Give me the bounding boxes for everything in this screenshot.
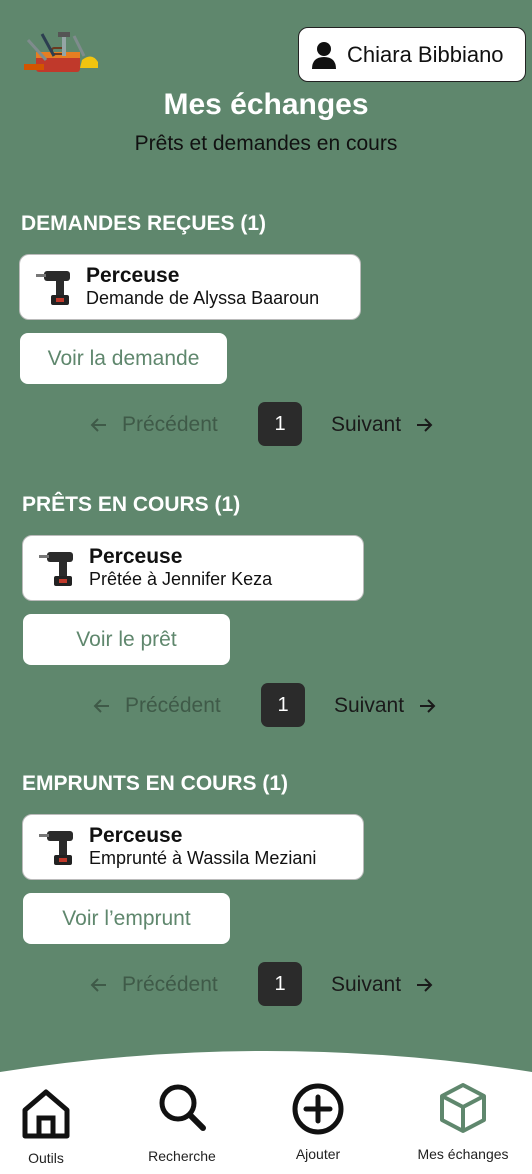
nav-label: Mes échanges	[417, 1146, 509, 1162]
loan-description: Prêtée à Jennifer Keza	[89, 569, 273, 589]
drill-icon	[36, 271, 70, 305]
previous-label: Précédent	[125, 694, 221, 717]
user-name: Chiara Bibbiano	[347, 41, 504, 67]
plus-circle-icon	[292, 1083, 344, 1135]
pagination: Précédent 1 Suivant	[0, 402, 532, 448]
drill-icon	[39, 831, 73, 865]
next-label: Suivant	[334, 694, 405, 717]
view-request-button[interactable]: Voir la demande	[20, 333, 227, 384]
page-title: Mes échanges	[163, 88, 369, 121]
current-page[interactable]: 1	[258, 962, 302, 1006]
arrow-right-icon	[420, 699, 436, 713]
arrow-left-icon	[93, 699, 109, 713]
pagination: Précédent 1 Suivant	[0, 962, 532, 1008]
next-page-button[interactable]: Suivant	[334, 694, 436, 718]
previous-page-button[interactable]: Précédent	[93, 694, 221, 718]
tool-card[interactable]: Perceuse Demande de Alyssa Baaroun	[19, 254, 361, 320]
arrow-left-icon	[90, 978, 106, 992]
box-icon	[440, 1083, 486, 1133]
previous-label: Précédent	[122, 973, 218, 996]
view-borrow-button[interactable]: Voir l’emprunt	[23, 893, 230, 944]
section-title: PRÊTS EN COURS (1)	[22, 493, 241, 516]
nav-item-ajouter[interactable]: Ajouter	[272, 1046, 364, 1174]
tool-card[interactable]: Perceuse Prêtée à Jennifer Keza	[22, 535, 364, 601]
next-page-button[interactable]: Suivant	[331, 413, 433, 437]
arrow-right-icon	[417, 978, 433, 992]
toolbox-logo[interactable]	[22, 30, 100, 76]
home-icon	[22, 1089, 70, 1139]
tool-name: Perceuse	[89, 545, 183, 568]
tool-name: Perceuse	[89, 824, 183, 847]
search-icon	[159, 1084, 206, 1131]
next-label: Suivant	[331, 413, 402, 436]
tool-name: Perceuse	[86, 264, 180, 287]
nav-label: Ajouter	[295, 1146, 341, 1162]
nav-label: Outils	[28, 1150, 64, 1166]
previous-label: Précédent	[122, 413, 218, 436]
current-page[interactable]: 1	[258, 402, 302, 446]
next-page-button[interactable]: Suivant	[331, 973, 433, 997]
arrow-right-icon	[417, 418, 433, 432]
section-title: EMPRUNTS EN COURS (1)	[22, 772, 289, 795]
nav-item-mes-echanges[interactable]: Mes échanges	[408, 1046, 518, 1174]
tool-card[interactable]: Perceuse Emprunté à Wassila Meziani	[22, 814, 364, 880]
nav-label: Recherche	[148, 1148, 216, 1164]
user-icon	[312, 41, 336, 69]
page-subtitle: Prêts et demandes en cours	[134, 132, 398, 155]
previous-page-button[interactable]: Précédent	[90, 973, 218, 997]
pagination: Précédent 1 Suivant	[0, 683, 532, 729]
nav-item-recherche[interactable]: Recherche	[136, 1046, 228, 1174]
arrow-left-icon	[90, 418, 106, 432]
section-title: DEMANDES REÇUES (1)	[21, 212, 267, 235]
request-description: Demande de Alyssa Baaroun	[86, 288, 320, 308]
borrow-description: Emprunté à Wassila Meziani	[89, 848, 317, 868]
view-loan-button[interactable]: Voir le prêt	[23, 614, 230, 665]
user-profile-button[interactable]: Chiara Bibbiano	[298, 27, 526, 82]
drill-icon	[39, 552, 73, 586]
nav-item-outils[interactable]: Outils	[0, 1046, 92, 1174]
current-page[interactable]: 1	[261, 683, 305, 727]
previous-page-button[interactable]: Précédent	[90, 413, 218, 437]
next-label: Suivant	[331, 973, 402, 996]
bottom-navigation: Outils Recherche Ajouter Mes échanges	[0, 1046, 532, 1174]
